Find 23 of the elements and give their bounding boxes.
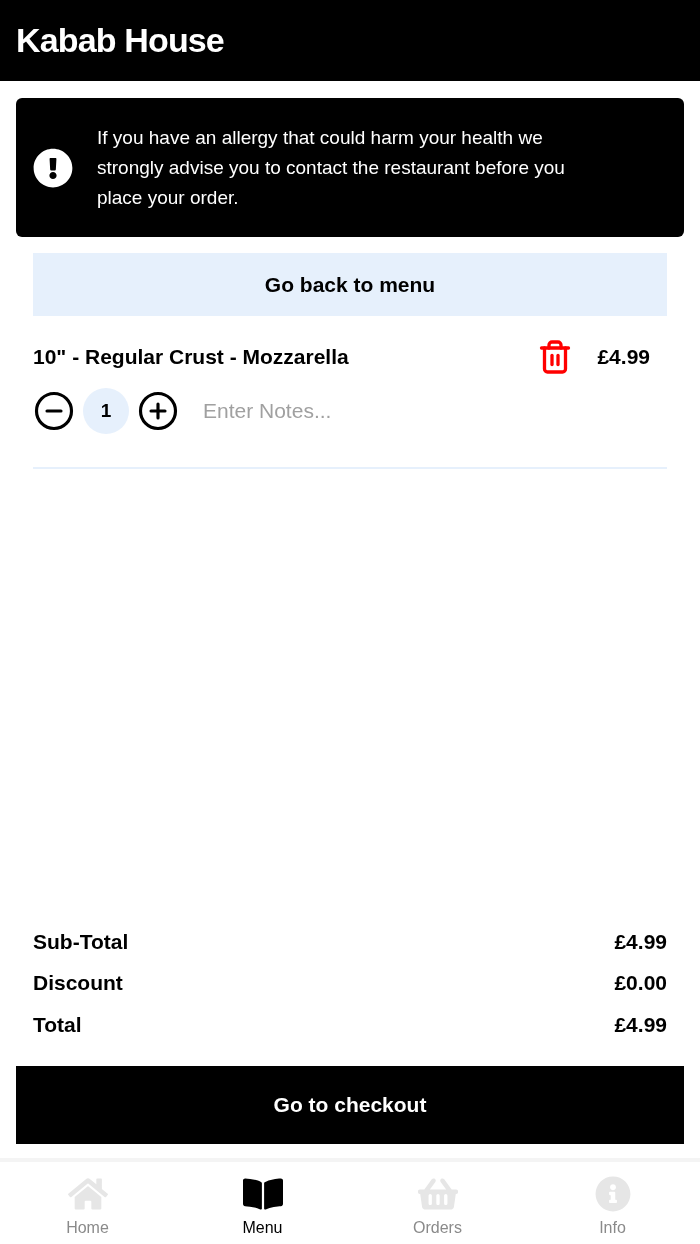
total-value: £4.99 <box>614 928 667 955</box>
back-to-menu-button[interactable]: Go back to menu <box>33 253 667 316</box>
app-title: Kabab House <box>16 20 224 61</box>
total-label: Discount <box>33 970 123 996</box>
total-value: £4.99 <box>614 1011 667 1038</box>
nav-tab[interactable]: Home <box>0 1162 175 1244</box>
checkout-button[interactable]: Go to checkout <box>16 1066 684 1144</box>
total-value: £0.00 <box>614 970 667 996</box>
plus-icon[interactable] <box>137 390 179 432</box>
nav-tab[interactable]: Menu <box>175 1162 350 1244</box>
home-icon <box>67 1176 108 1212</box>
quantity-value: 1 <box>83 388 129 434</box>
item-price: £4.99 <box>597 344 650 371</box>
nav-tab[interactable]: Orders <box>350 1162 525 1244</box>
total-label: Total <box>33 1011 82 1038</box>
exclamation-icon <box>33 147 73 188</box>
total-label: Sub-Total <box>33 928 129 955</box>
alert-text: If you have an allergy that could harm your health we strongly advise you to contact the restaurant before you place your order. <box>97 125 566 210</box>
item-name: 10" - Regular Crust - Mozzarella <box>33 344 350 371</box>
book-icon <box>242 1176 283 1212</box>
minus-icon[interactable] <box>33 390 75 432</box>
basket-icon <box>417 1176 458 1212</box>
notes-field[interactable]: Enter Notes... <box>203 395 650 427</box>
